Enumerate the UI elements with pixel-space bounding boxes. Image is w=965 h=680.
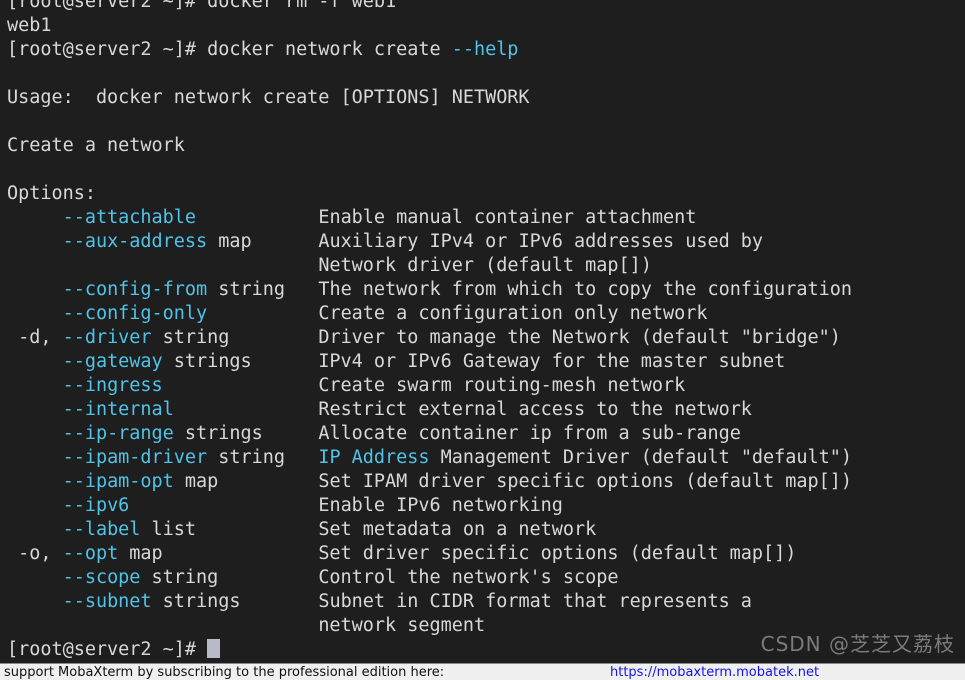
option-flag: --ipam-opt	[63, 471, 174, 492]
option-flag: --ip-range	[63, 423, 174, 444]
option-description: Management Driver (default "default")	[430, 447, 852, 468]
terminal-option-row: -d, --driver string Driver to manage the…	[0, 326, 965, 350]
option-flag: --aux-address	[63, 231, 208, 252]
option-description: Create swarm routing-mesh network	[318, 375, 685, 396]
terminal-line-prompt-rm: [root@server2 ~]# docker rm -f web1	[0, 0, 965, 14]
option-description: Enable IPv6 networking	[318, 495, 563, 516]
terminal-cursor	[207, 639, 220, 658]
terminal-line-blank	[0, 158, 965, 182]
terminal-option-row: --attachable Enable manual container att…	[0, 206, 965, 230]
terminal-option-row: --scope string Control the network's sco…	[0, 566, 965, 590]
option-flag: --driver	[63, 327, 152, 348]
mobaxterm-statusbar: support MobaXterm by subscribing to the …	[0, 663, 965, 680]
terminal-screen: [root@server2 ~]# docker rm -f web1web1[…	[0, 0, 965, 662]
option-description: network segment	[318, 615, 485, 636]
terminal-option-row: --ipam-driver string IP Address Manageme…	[0, 446, 965, 470]
option-flag: --ipam-driver	[63, 447, 208, 468]
terminal-option-row: Network driver (default map[])	[0, 254, 965, 278]
option-description: Enable manual container attachment	[318, 207, 696, 228]
option-flag: --config-from	[63, 279, 208, 300]
option-flag: --ipv6	[63, 495, 130, 516]
option-flag: --config-only	[63, 303, 208, 324]
terminal-line-blank	[0, 62, 965, 86]
terminal-window[interactable]: [root@server2 ~]# docker rm -f web1web1[…	[0, 0, 965, 663]
terminal-option-row: --config-only Create a configuration onl…	[0, 302, 965, 326]
statusbar-message: support MobaXterm by subscribing to the …	[4, 665, 444, 680]
terminal-line-options-header: Options:	[0, 182, 965, 206]
terminal-option-row: --ipam-opt map Set IPAM driver specific …	[0, 470, 965, 494]
option-description: Subnet in CIDR format that represents a	[318, 591, 752, 612]
option-description: The network from which to copy the confi…	[318, 279, 852, 300]
terminal-option-row: --internal Restrict external access to t…	[0, 398, 965, 422]
terminal-option-row: --config-from string The network from wh…	[0, 278, 965, 302]
option-flag: --scope	[63, 567, 141, 588]
mobaxterm-link[interactable]: https://mobaxterm.mobatek.net	[610, 665, 819, 680]
terminal-option-row: --ipv6 Enable IPv6 networking	[0, 494, 965, 518]
terminal-line-usage: Usage: docker network create [OPTIONS] N…	[0, 86, 965, 110]
option-flag: --opt	[63, 543, 119, 564]
option-description: Set driver specific options (default map…	[318, 543, 796, 564]
terminal-option-row: --subnet strings Subnet in CIDR format t…	[0, 590, 965, 614]
option-description: Set metadata on a network	[318, 519, 596, 540]
option-flag: --gateway	[63, 351, 163, 372]
option-description: Control the network's scope	[318, 567, 618, 588]
option-flag: --attachable	[63, 207, 196, 228]
terminal-option-row: -o, --opt map Set driver specific option…	[0, 542, 965, 566]
terminal-line-output-web1: web1	[0, 14, 965, 38]
option-description: Create a configuration only network	[318, 303, 707, 324]
option-flag: --subnet	[63, 591, 152, 612]
option-flag: --internal	[63, 399, 174, 420]
option-description: Network driver (default map[])	[318, 255, 652, 276]
terminal-line-description: Create a network	[0, 134, 965, 158]
terminal-line-prompt-help: [root@server2 ~]# docker network create …	[0, 38, 965, 62]
terminal-line-final-prompt: [root@server2 ~]#	[0, 638, 965, 662]
terminal-option-row: --label list Set metadata on a network	[0, 518, 965, 542]
option-description: Set IPAM driver specific options (defaul…	[318, 471, 852, 492]
terminal-option-row: --aux-address map Auxiliary IPv4 or IPv6…	[0, 230, 965, 254]
terminal-option-row: network segment	[0, 614, 965, 638]
terminal-line-blank	[0, 110, 965, 134]
option-description: Allocate container ip from a sub-range	[318, 423, 740, 444]
option-flag: --label	[63, 519, 141, 540]
help-flag: --help	[452, 39, 519, 60]
option-description: IPv4 or IPv6 Gateway for the master subn…	[318, 351, 785, 372]
terminal-option-row: --ip-range strings Allocate container ip…	[0, 422, 965, 446]
option-description: Driver to manage the Network (default "b…	[318, 327, 841, 348]
option-desc-highlight: IP Address	[318, 447, 429, 468]
option-flag: --ingress	[63, 375, 163, 396]
terminal-option-row: --ingress Create swarm routing-mesh netw…	[0, 374, 965, 398]
option-description: Restrict external access to the network	[318, 399, 752, 420]
option-description: Auxiliary IPv4 or IPv6 addresses used by	[318, 231, 763, 252]
terminal-option-row: --gateway strings IPv4 or IPv6 Gateway f…	[0, 350, 965, 374]
